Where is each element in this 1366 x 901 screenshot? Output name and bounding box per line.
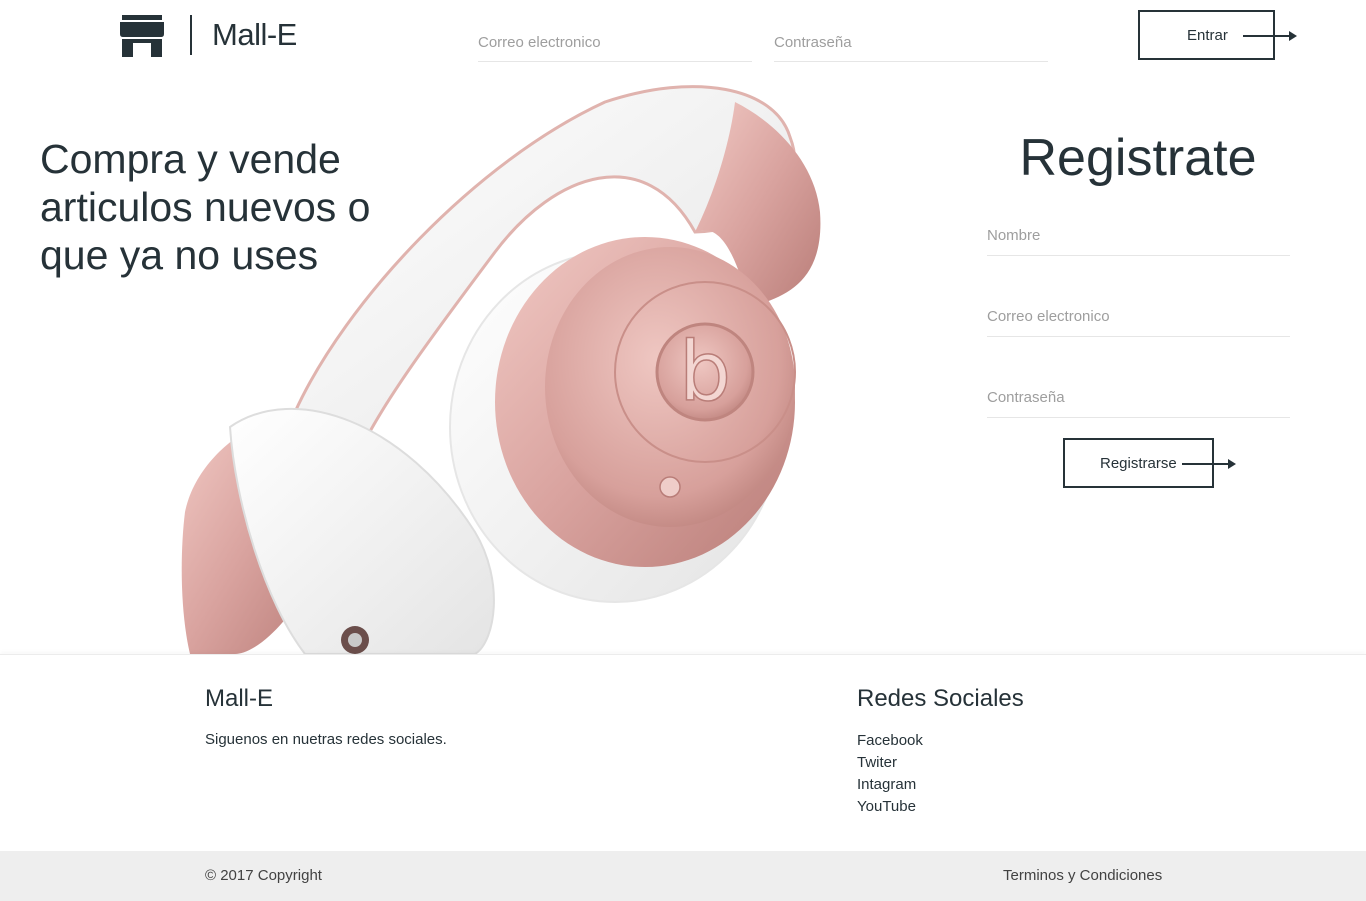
copyright-text: © 2017 Copyright [205, 867, 322, 884]
arrow-right-icon [1243, 31, 1297, 41]
list-item: Intagram [857, 774, 923, 796]
list-item: Facebook [857, 730, 923, 752]
login-password-input[interactable] [774, 24, 1048, 62]
twitter-link[interactable]: Twiter [857, 754, 897, 771]
footer-brand-title: Mall-E [205, 685, 274, 712]
headphones-image: b [181, 85, 821, 654]
store-icon [120, 15, 164, 57]
footer-description: Siguenos en nuetras redes sociales. [205, 731, 447, 748]
register-name-input[interactable] [987, 216, 1290, 256]
register-password-input[interactable] [987, 378, 1290, 418]
svg-text:b: b [679, 325, 731, 420]
facebook-link[interactable]: Facebook [857, 732, 923, 749]
footer-social-title: Redes Sociales [857, 685, 1024, 712]
logo-divider [190, 15, 192, 55]
instagram-link[interactable]: Intagram [857, 776, 916, 793]
login-email-input[interactable] [478, 24, 752, 62]
youtube-link[interactable]: YouTube [857, 798, 916, 815]
terms-link[interactable]: Terminos y Condiciones [1003, 867, 1162, 884]
social-links-list: Facebook Twiter Intagram YouTube [857, 730, 923, 818]
list-item: YouTube [857, 796, 923, 818]
bottom-bar: © 2017 Copyright Terminos y Condiciones [0, 851, 1366, 901]
register-title: Registrate [1019, 129, 1257, 187]
footer: Mall-E Siguenos en nuetras redes sociale… [0, 654, 1366, 851]
brand-name[interactable]: Mall-E [212, 17, 297, 53]
arrow-right-icon [1182, 459, 1236, 469]
register-email-input[interactable] [987, 297, 1290, 337]
list-item: Twiter [857, 752, 923, 774]
top-header: Mall-E Entrar [0, 0, 1366, 72]
